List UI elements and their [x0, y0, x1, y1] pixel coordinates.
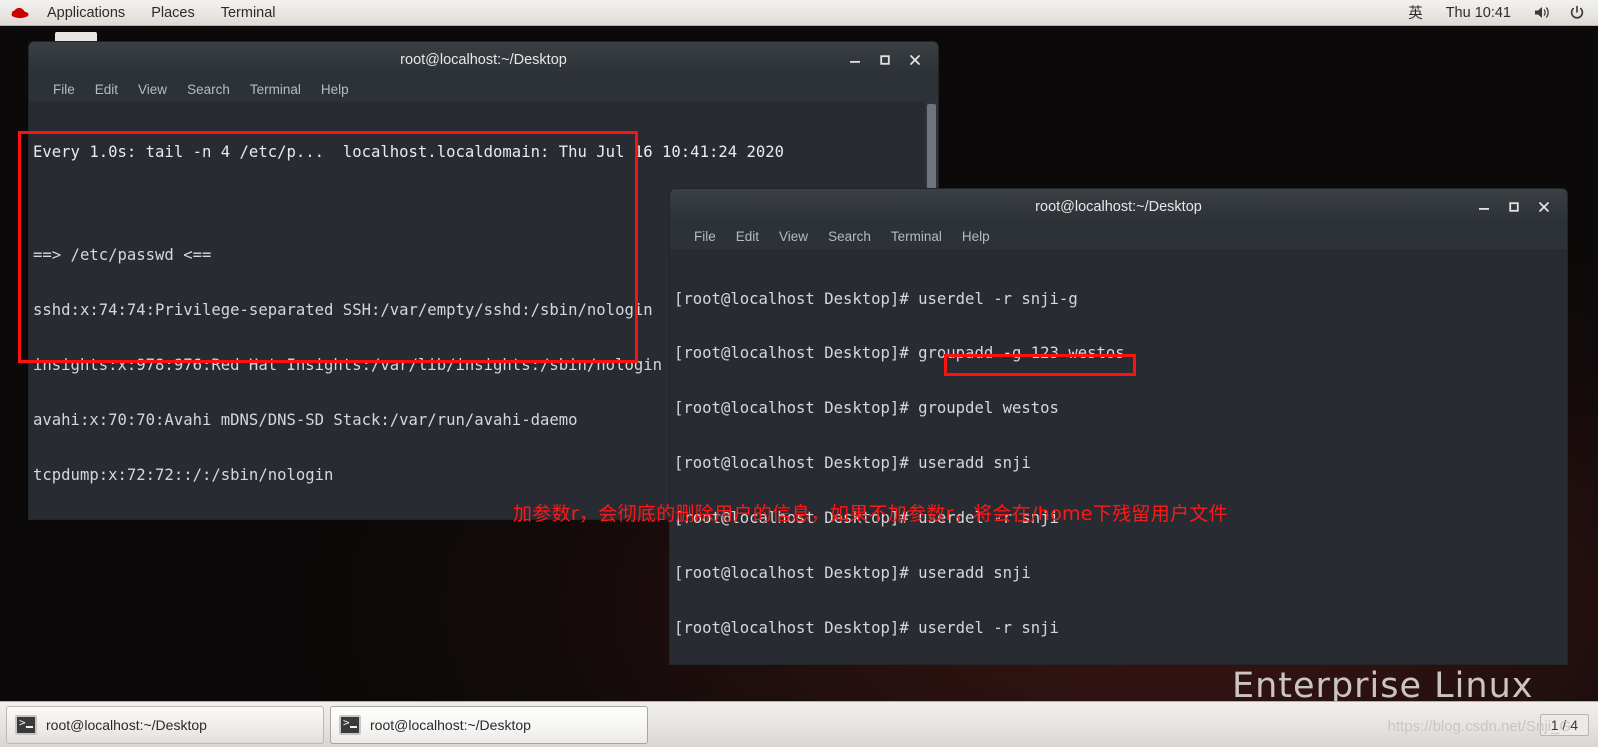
menu-applications[interactable]: Applications: [34, 0, 138, 26]
window2-controls: [1469, 189, 1559, 225]
window2-title: root@localhost:~/Desktop: [1035, 198, 1202, 215]
window1-maximize-icon[interactable]: [870, 42, 900, 78]
window2-menu-file[interactable]: File: [684, 229, 726, 244]
command-text: userdel -r snji-g: [918, 289, 1078, 308]
terminal-command-line: [root@localhost Desktop]# groupadd -g 12…: [674, 344, 1567, 362]
terminal-icon: [15, 714, 37, 735]
terminal-command-line: [root@localhost Desktop]# userdel -r snj…: [674, 290, 1567, 308]
command-text: userdel -r snji: [918, 618, 1059, 637]
input-method-indicator[interactable]: 英: [1399, 0, 1432, 26]
taskbar-item-label: root@localhost:~/Desktop: [46, 716, 207, 733]
window2-close-icon[interactable]: [1529, 189, 1559, 225]
taskbar: root@localhost:~/Desktop root@localhost:…: [0, 701, 1598, 747]
window2-titlebar[interactable]: root@localhost:~/Desktop: [669, 188, 1568, 224]
terminal-command-line: [root@localhost Desktop]# useradd snji: [674, 564, 1567, 582]
terminal-command-line-highlighted: [root@localhost Desktop]# userdel -r snj…: [674, 619, 1567, 637]
watermark-text: https://blog.csdn.net/Snji_G: [1387, 718, 1571, 735]
shell-prompt: [root@localhost Desktop]#: [674, 618, 919, 637]
taskbar-item-label: root@localhost:~/Desktop: [370, 716, 531, 733]
background-window-stub: [55, 32, 97, 41]
shell-prompt: [root@localhost Desktop]#: [674, 344, 919, 363]
redhat-logo-icon: [0, 0, 34, 26]
window1-menubar: File Edit View Search Terminal Help: [28, 77, 939, 102]
menu-places[interactable]: Places: [138, 0, 208, 26]
window1-close-icon[interactable]: [900, 42, 930, 78]
speaker-icon[interactable]: [1525, 5, 1560, 20]
window1-menu-search[interactable]: Search: [177, 82, 240, 97]
panel-status-area: 英 Thu 10:41: [1399, 0, 1598, 26]
power-icon[interactable]: [1560, 5, 1598, 21]
window2-maximize-icon[interactable]: [1499, 189, 1529, 225]
terminal-icon: [339, 714, 361, 735]
shell-prompt: [root@localhost Desktop]#: [674, 399, 919, 418]
terminal-command-line: [root@localhost Desktop]# useradd snji: [674, 454, 1567, 472]
window2-minimize-icon[interactable]: [1469, 189, 1499, 225]
window2-menubar: File Edit View Search Terminal Help: [669, 224, 1568, 249]
window2-menu-search[interactable]: Search: [818, 229, 881, 244]
clock[interactable]: Thu 10:41: [1432, 0, 1525, 26]
wallpaper-title: Enterprise Linux: [1232, 666, 1534, 706]
command-text: useradd snji: [918, 564, 1031, 583]
shell-prompt: [root@localhost Desktop]#: [674, 454, 919, 473]
window1-menu-edit[interactable]: Edit: [85, 82, 128, 97]
shell-prompt: [root@localhost Desktop]#: [674, 289, 919, 308]
window2-menu-edit[interactable]: Edit: [726, 229, 769, 244]
top-panel: Applications Places Terminal 英 Thu 10:41: [0, 0, 1598, 26]
window2-menu-view[interactable]: View: [769, 229, 818, 244]
command-text: useradd snji: [918, 454, 1031, 473]
watch-header-line: Every 1.0s: tail -n 4 /etc/p... localhos…: [33, 142, 785, 161]
window1-menu-view[interactable]: View: [128, 82, 177, 97]
window2-terminal-body[interactable]: [root@localhost Desktop]# userdel -r snj…: [669, 249, 1568, 665]
window1-title: root@localhost:~/Desktop: [400, 51, 567, 68]
taskbar-item-terminal-2[interactable]: root@localhost:~/Desktop: [330, 705, 648, 744]
taskbar-item-terminal-1[interactable]: root@localhost:~/Desktop: [6, 705, 324, 744]
command-text: groupdel westos: [918, 399, 1059, 418]
shell-prompt: [root@localhost Desktop]#: [674, 564, 919, 583]
menu-terminal[interactable]: Terminal: [208, 0, 289, 26]
window1-controls: [840, 42, 930, 78]
terminal-window-2[interactable]: root@localhost:~/Desktop File Edit View …: [669, 188, 1568, 665]
window1-menu-terminal[interactable]: Terminal: [240, 82, 311, 97]
terminal-command-line: [root@localhost Desktop]# groupdel westo…: [674, 399, 1567, 417]
annotation-text: 加参数r，会彻底的删除用户的信息，如果不加参数r，将会在/home下残留用户文件: [513, 503, 1228, 525]
window1-titlebar[interactable]: root@localhost:~/Desktop: [28, 41, 939, 77]
window1-minimize-icon[interactable]: [840, 42, 870, 78]
window2-menu-help[interactable]: Help: [952, 229, 1000, 244]
window1-menu-file[interactable]: File: [43, 82, 85, 97]
window1-menu-help[interactable]: Help: [311, 82, 359, 97]
window2-menu-terminal[interactable]: Terminal: [881, 229, 952, 244]
command-text: groupadd -g 123 westos: [918, 344, 1125, 363]
